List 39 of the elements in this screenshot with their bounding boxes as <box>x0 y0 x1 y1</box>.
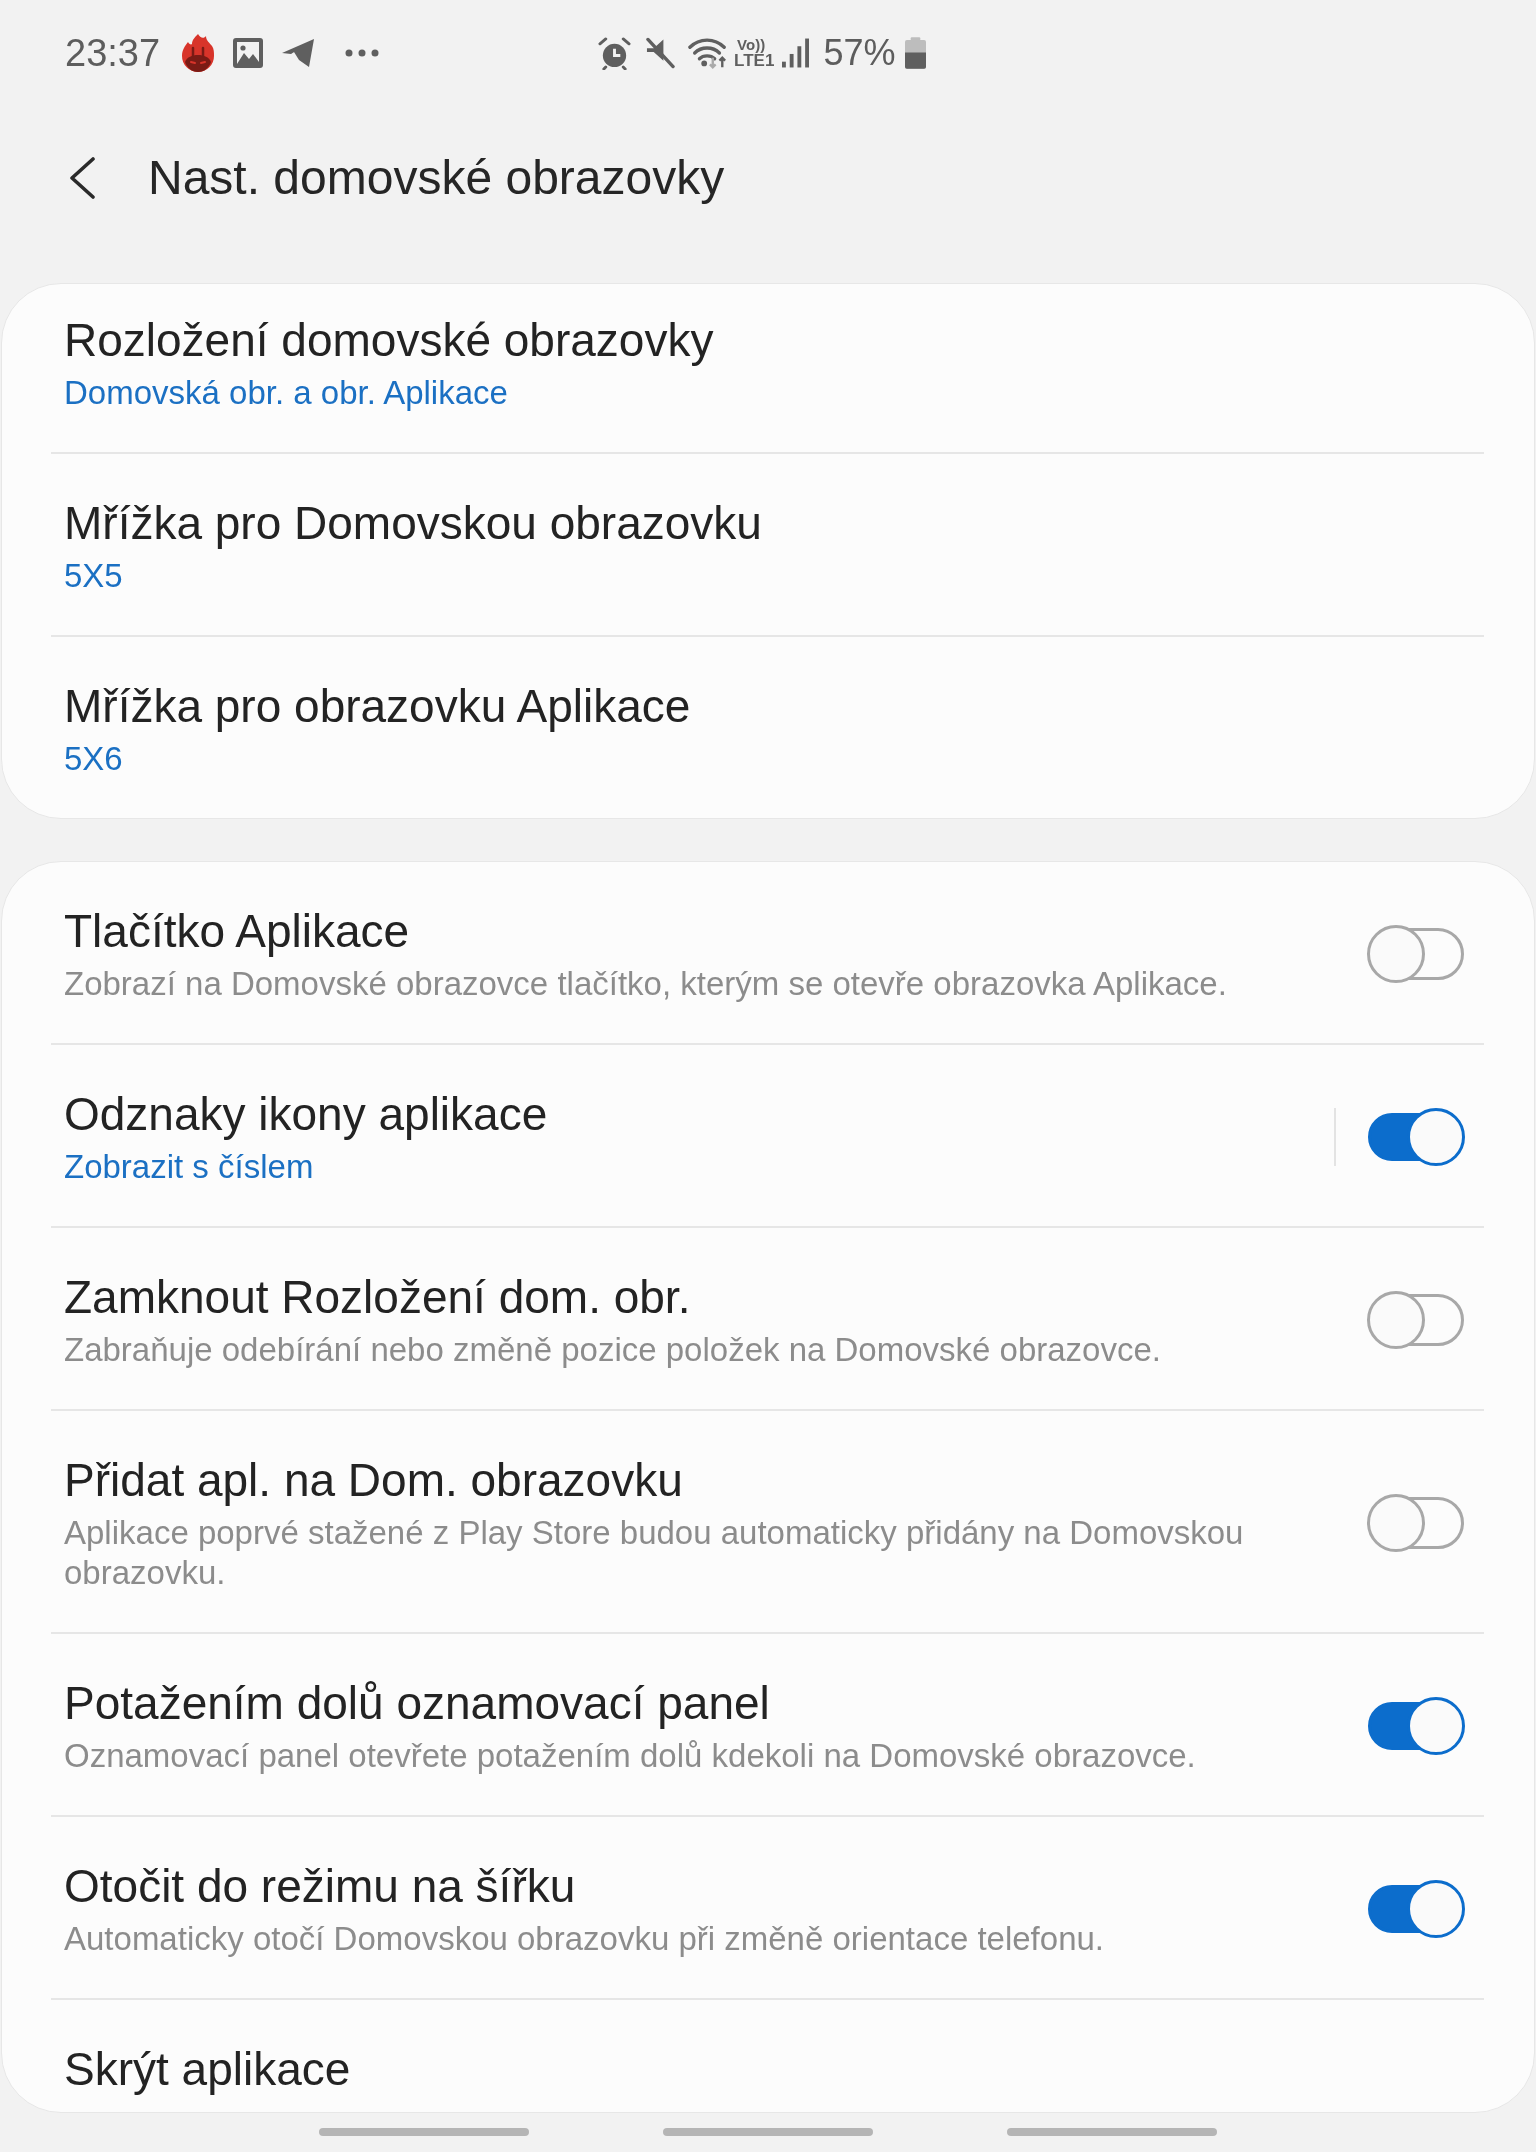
setting-title: Rozložení domovské obrazovky <box>64 313 715 367</box>
setting-value: 5X5 <box>64 556 124 596</box>
page-title: Nast. domovské obrazovky <box>148 150 725 206</box>
setting-title: Otočit do režimu na šířku <box>64 1859 577 1913</box>
navigation-handle[interactable] <box>319 2128 529 2136</box>
paper-plane-icon <box>281 38 316 68</box>
setting-description: Oznamovací panel otevřete potažením dolů kdekoli na Domovské obrazovce. <box>64 1736 1197 1776</box>
battery-percentage: 57% <box>823 31 896 75</box>
setting-title: Mřížka pro Domovskou obrazovku <box>64 496 763 550</box>
navigation-handle[interactable] <box>1007 2128 1217 2136</box>
navigation-handle[interactable] <box>663 2128 873 2136</box>
setting-value: Zobrazit s číslem <box>64 1147 315 1187</box>
setting-title: Tlačítko Aplikace <box>64 904 411 958</box>
setting-description: Zabraňuje odebírání nebo změně pozice položek na Domovské obrazovce. <box>64 1330 1162 1370</box>
toggle-switch[interactable] <box>1367 925 1465 983</box>
wifi-icon <box>688 37 729 69</box>
setting-title: Odznaky ikony aplikace <box>64 1087 549 1141</box>
toggle-switch[interactable] <box>1367 1291 1465 1349</box>
setting-title: Přidat apl. na Dom. obrazovku <box>64 1453 684 1507</box>
toggle-switch[interactable] <box>1367 1494 1465 1552</box>
image-icon <box>233 38 264 68</box>
setting-title: Potažením dolů oznamovací panel <box>64 1676 771 1730</box>
setting-title: Mřížka pro obrazovku Aplikace <box>64 679 692 733</box>
battery-icon <box>905 37 927 69</box>
mute-icon <box>646 37 676 69</box>
network-type-label: LTE1 <box>734 52 775 69</box>
setting-value: 5X6 <box>64 739 124 779</box>
more-icon <box>345 49 380 57</box>
setting-value: Domovská obr. a obr. Aplikace <box>64 373 509 413</box>
setting-description: Zobrazí na Domovské obrazovce tlačítko, kterým se otevře obrazovka Aplikace. <box>64 964 1228 1004</box>
setting-title: Skrýt aplikace <box>64 2042 352 2096</box>
setting-title: Zamknout Rozložení dom. obr. <box>64 1270 692 1324</box>
flame-icon <box>182 34 215 72</box>
back-icon[interactable] <box>68 157 96 199</box>
signal-icon <box>782 38 810 68</box>
status-time: 23:37 <box>65 31 161 75</box>
setting-description: Aplikace poprvé stažené z Play Store budou automaticky přidány na Domovskou obrazovku. <box>64 1513 1245 1593</box>
setting-description: Automaticky otočí Domovskou obrazovku při změně orientace telefonu. <box>64 1919 1105 1959</box>
alarm-clock-icon <box>598 36 632 70</box>
